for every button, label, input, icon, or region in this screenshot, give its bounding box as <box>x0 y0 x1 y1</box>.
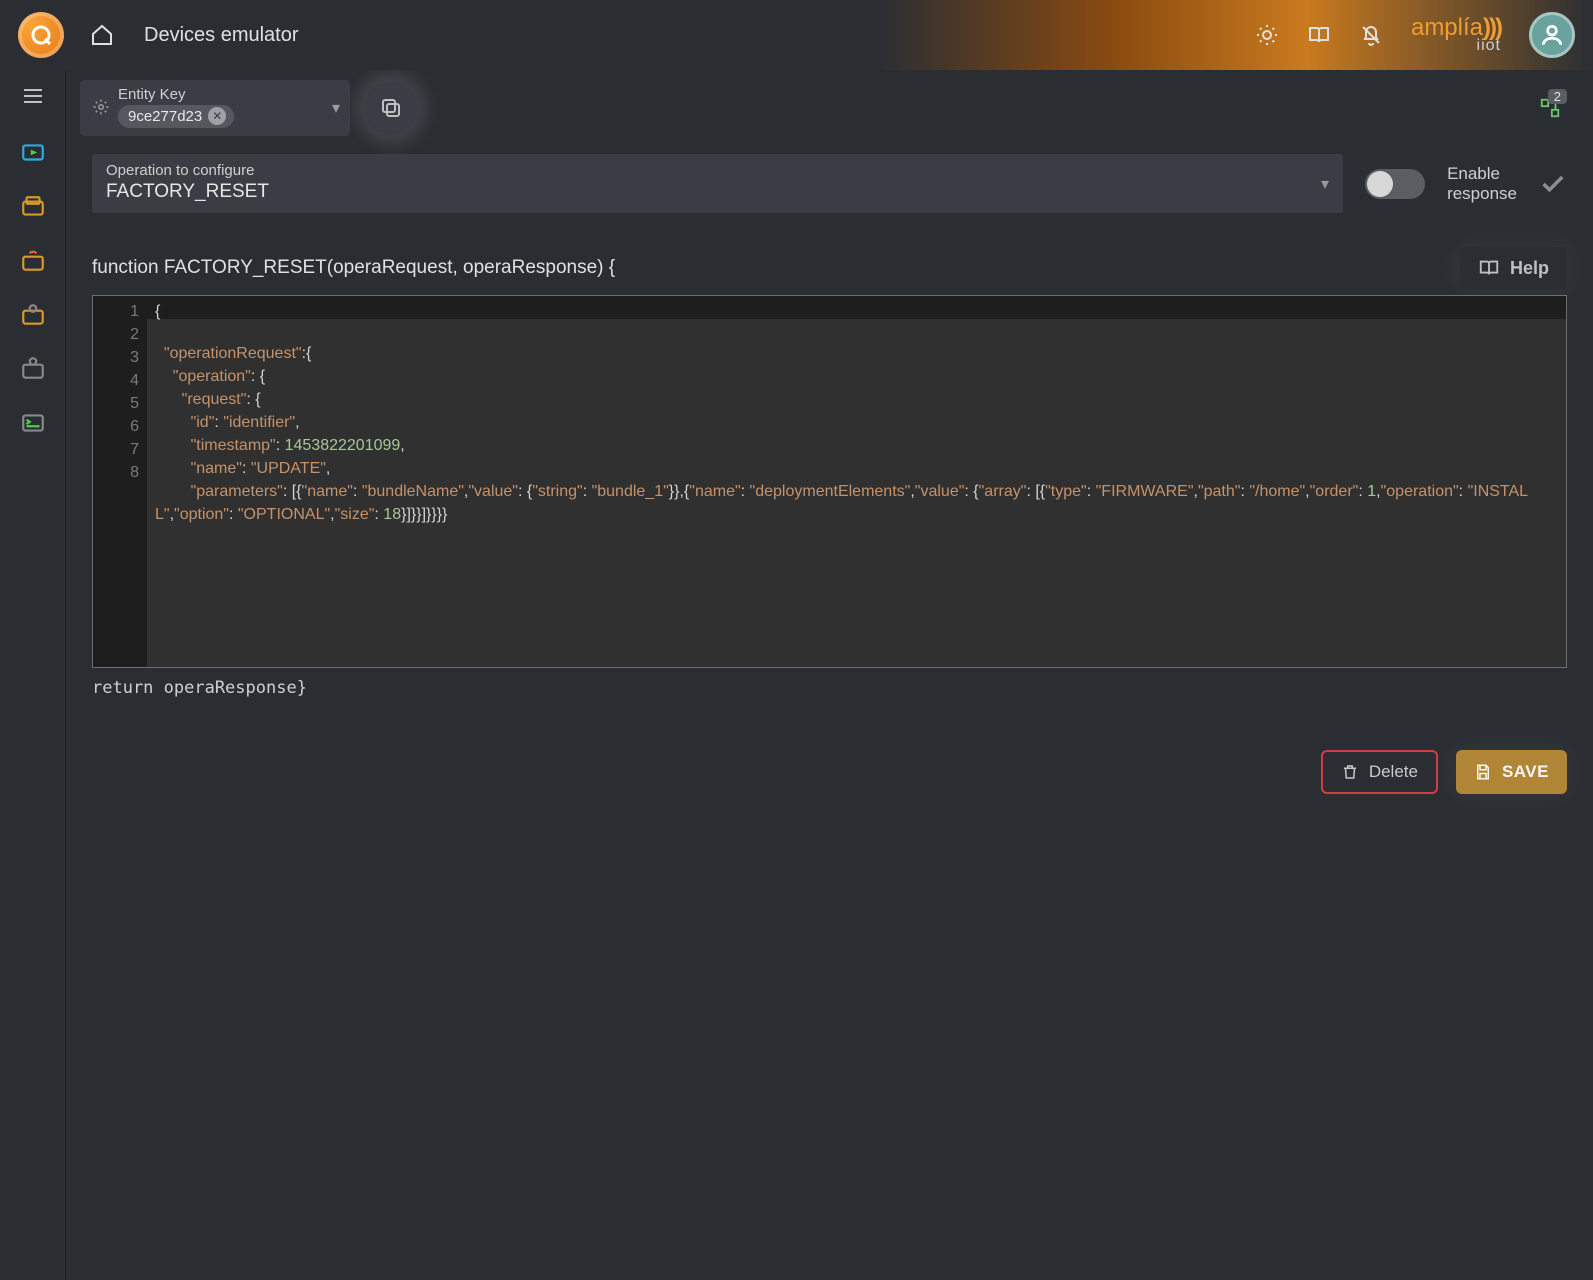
brand-label: amplía))) iiot <box>1411 17 1501 53</box>
sidebar-item-emulator[interactable] <box>18 138 48 168</box>
gear-icon <box>92 98 110 116</box>
entity-key-label: Entity Key <box>118 86 234 103</box>
sun-icon[interactable] <box>1255 23 1279 47</box>
delete-button[interactable]: Delete <box>1321 750 1438 794</box>
function-signature: function FACTORY_RESET(operaRequest, ope… <box>92 257 615 279</box>
return-line: return operaResponse} <box>92 678 1567 698</box>
sidebar-item-config[interactable] <box>18 300 48 330</box>
bell-off-icon[interactable] <box>1359 23 1383 47</box>
book-icon[interactable] <box>1307 23 1331 47</box>
brand-name: amplía <box>1411 14 1483 41</box>
side-nav <box>0 70 66 1280</box>
avatar[interactable] <box>1529 12 1575 58</box>
entity-key-value: 9ce277d23 <box>128 108 202 125</box>
operation-select-value: FACTORY_RESET <box>106 181 1329 203</box>
sidebar-item-gear[interactable] <box>18 354 48 384</box>
sidebar-item-terminal[interactable] <box>18 408 48 438</box>
save-label: SAVE <box>1502 762 1549 782</box>
sidebar-item-alarm[interactable] <box>18 246 48 276</box>
network-count-badge: 2 <box>1548 89 1567 104</box>
help-button[interactable]: Help <box>1460 247 1567 289</box>
home-icon[interactable] <box>90 23 114 47</box>
page-title: Devices emulator <box>144 24 299 47</box>
help-label: Help <box>1510 258 1549 279</box>
enable-response-label: Enableresponse <box>1447 164 1517 203</box>
entity-key-selector[interactable]: Entity Key 9ce277d23 ✕ ▾ <box>80 80 350 136</box>
copy-button[interactable] <box>364 81 418 135</box>
save-button[interactable]: SAVE <box>1456 750 1567 794</box>
entity-key-chip: 9ce277d23 ✕ <box>118 105 234 128</box>
menu-icon[interactable] <box>21 84 45 108</box>
chevron-down-icon[interactable]: ▾ <box>1321 174 1329 194</box>
app-logo[interactable] <box>18 12 64 58</box>
delete-label: Delete <box>1369 762 1418 782</box>
chevron-down-icon[interactable]: ▾ <box>332 98 340 118</box>
code-editor[interactable]: 12345678 { "operationRequest":{ "operati… <box>92 295 1567 668</box>
operation-select[interactable]: Operation to configure FACTORY_RESET ▾ <box>92 154 1343 213</box>
clear-entity-icon[interactable]: ✕ <box>208 107 226 125</box>
editor-code[interactable]: { "operationRequest":{ "operation": { "r… <box>147 296 1566 667</box>
editor-gutter: 12345678 <box>93 296 147 667</box>
network-status[interactable]: 2 <box>1539 97 1561 119</box>
apply-check-icon[interactable] <box>1539 170 1567 198</box>
sidebar-item-device[interactable] <box>18 192 48 222</box>
enable-response-toggle[interactable] <box>1365 169 1425 199</box>
top-bar: Devices emulator amplía))) iiot <box>0 0 1593 70</box>
content-area: Entity Key 9ce277d23 ✕ ▾ 2 Operation to … <box>66 70 1593 1280</box>
operation-select-label: Operation to configure <box>106 162 1329 179</box>
